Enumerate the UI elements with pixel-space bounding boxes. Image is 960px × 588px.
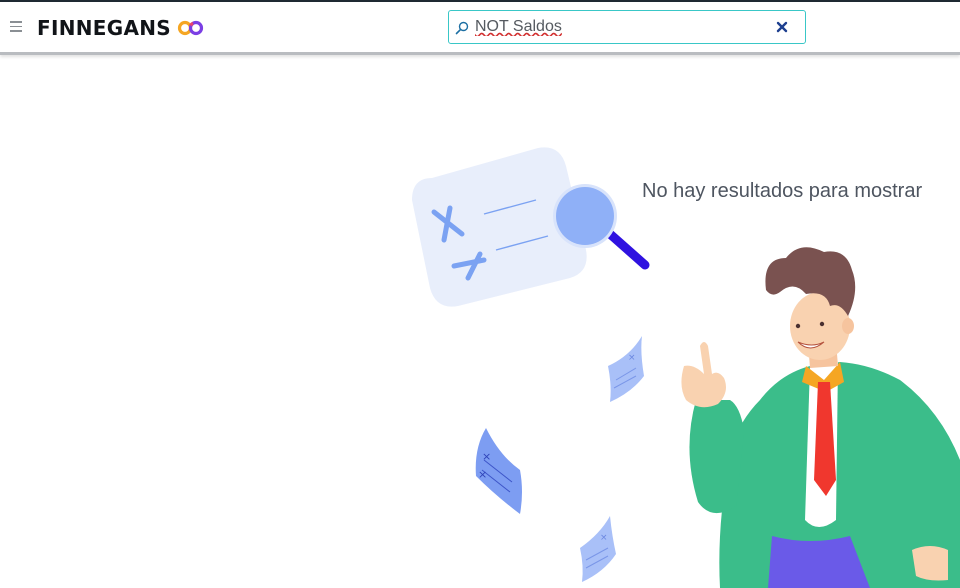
top-bar: FINNEGANS <box>0 2 960 55</box>
empty-state-illustration: × × × × <box>412 147 960 588</box>
hamburger-menu-icon[interactable] <box>8 18 24 34</box>
svg-text:×: × <box>628 353 636 363</box>
paper-sheet-graphic: × × <box>475 428 522 514</box>
paper-sheet-graphic: × <box>580 516 616 582</box>
search-box[interactable] <box>448 10 806 44</box>
person-graphic <box>681 247 960 588</box>
paper-sheet-graphic: × <box>608 336 644 402</box>
svg-text:×: × <box>478 468 487 481</box>
brand-logo[interactable]: FINNEGANS <box>37 15 205 41</box>
infinity-logo-icon <box>177 20 204 36</box>
search-input[interactable] <box>475 15 775 39</box>
svg-text:×: × <box>482 450 491 463</box>
clear-search-icon[interactable] <box>775 20 789 34</box>
svg-text:×: × <box>600 533 608 543</box>
search-icon <box>455 21 469 35</box>
brand-name: FINNEGANS <box>37 16 171 40</box>
